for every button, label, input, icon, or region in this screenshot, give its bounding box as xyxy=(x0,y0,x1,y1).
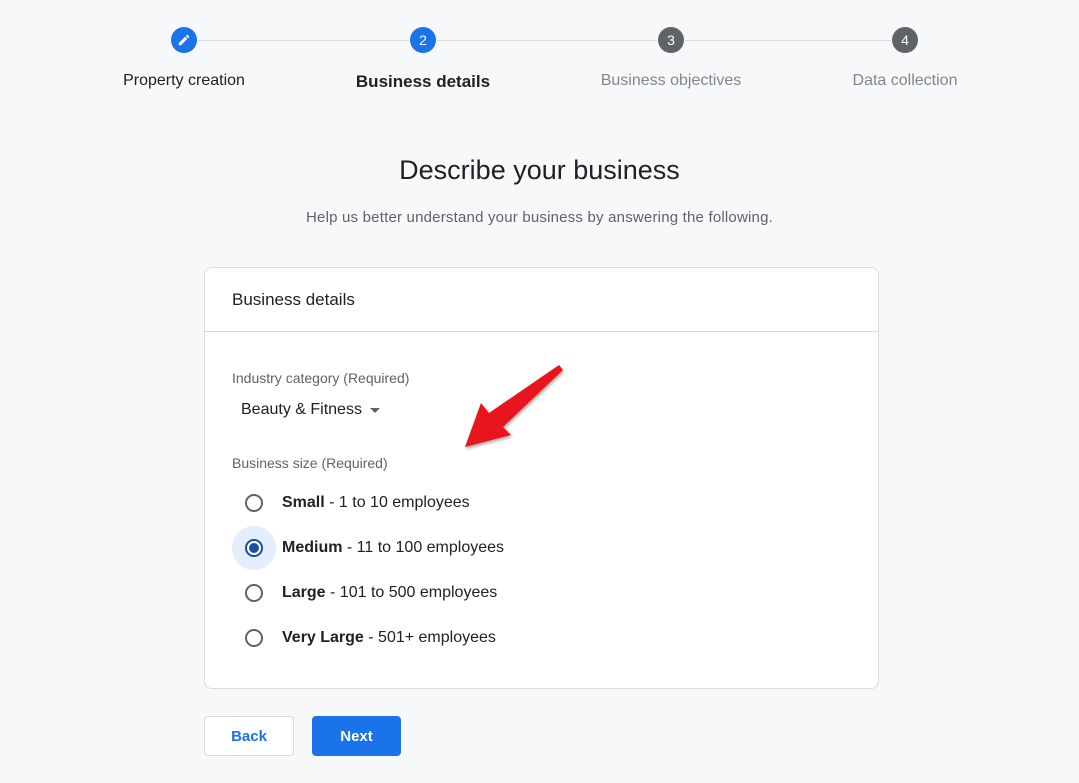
radio-selected-dot xyxy=(249,543,259,553)
page: 2 3 4 Property creation Business details… xyxy=(0,0,1079,783)
step-4-label[interactable]: Data collection xyxy=(795,72,1015,90)
size-option-label[interactable]: Small - 1 to 10 employees xyxy=(282,494,470,512)
size-option-medium[interactable]: Medium - 11 to 100 employees xyxy=(232,526,504,570)
size-option-label[interactable]: Medium - 11 to 100 employees xyxy=(282,539,504,557)
radio-button-small[interactable] xyxy=(245,494,263,512)
red-arrow-icon xyxy=(465,365,563,447)
step-3-circle[interactable]: 3 xyxy=(658,27,684,53)
next-button[interactable]: Next xyxy=(312,716,401,756)
radio-wrap xyxy=(232,481,276,525)
size-option-very-large[interactable]: Very Large - 501+ employees xyxy=(232,616,496,660)
radio-wrap xyxy=(232,616,276,660)
page-title: Describe your business xyxy=(399,155,680,185)
step-1-circle[interactable] xyxy=(171,27,197,53)
step-connector xyxy=(437,40,657,41)
industry-category-value: Beauty & Fitness xyxy=(241,401,362,418)
step-4-circle[interactable]: 4 xyxy=(892,27,918,53)
back-button[interactable]: Back xyxy=(204,716,294,756)
step-connector xyxy=(685,40,891,41)
size-option-label[interactable]: Large - 101 to 500 employees xyxy=(282,584,497,602)
page-subtitle: Help us better understand your business … xyxy=(306,209,773,226)
business-details-card: Business details Industry category (Requ… xyxy=(204,267,879,689)
step-1-label[interactable]: Property creation xyxy=(74,72,294,90)
step-2-circle[interactable]: 2 xyxy=(410,27,436,53)
step-connector xyxy=(198,40,409,41)
industry-category-dropdown[interactable]: Beauty & Fitness xyxy=(241,401,380,419)
size-option-large[interactable]: Large - 101 to 500 employees xyxy=(232,571,497,615)
size-option-label[interactable]: Very Large - 501+ employees xyxy=(282,629,496,647)
step-2-label[interactable]: Business details xyxy=(313,72,533,92)
radio-button-very-large[interactable] xyxy=(245,629,263,647)
caret-down-icon xyxy=(369,407,380,413)
size-option-small[interactable]: Small - 1 to 10 employees xyxy=(232,481,470,525)
radio-button-large[interactable] xyxy=(245,584,263,602)
radio-wrap xyxy=(232,526,276,570)
business-size-label: Business size (Required) xyxy=(232,455,388,471)
stepper: 2 3 4 Property creation Business details… xyxy=(0,0,1079,110)
pencil-edit-icon xyxy=(178,34,190,46)
card-header: Business details xyxy=(205,268,878,332)
radio-wrap xyxy=(232,571,276,615)
industry-category-label: Industry category (Required) xyxy=(232,370,410,386)
step-3-label[interactable]: Business objectives xyxy=(561,72,781,90)
radio-button-medium[interactable] xyxy=(245,539,263,557)
